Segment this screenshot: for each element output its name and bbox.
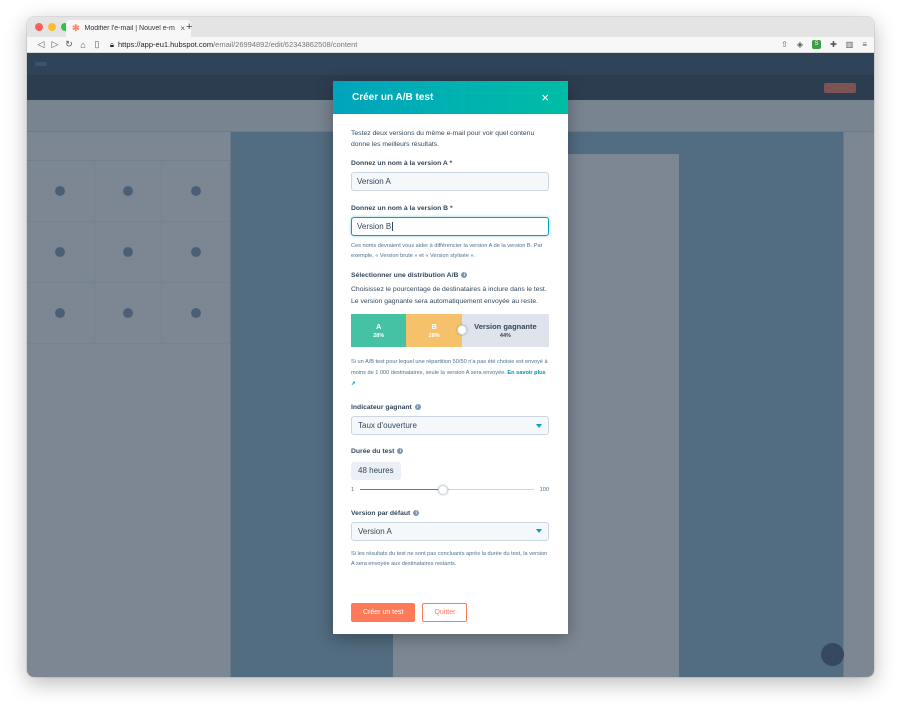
- close-icon[interactable]: ×: [541, 91, 549, 104]
- segment-a-percent: 28%: [373, 332, 385, 339]
- tab-title: Modifier l'e-mail | Nouvel e-ma...: [84, 25, 176, 32]
- distribution-handle[interactable]: [456, 324, 467, 335]
- modal-body: Testez deux versions du même e-mail pour…: [333, 114, 568, 569]
- info-icon[interactable]: i: [461, 271, 468, 278]
- distribution-bar[interactable]: A 28% B 28% Version gagnante 44%: [351, 313, 549, 347]
- home-icon[interactable]: ⌂: [76, 40, 90, 50]
- test-duration-label: Durée du test i: [351, 448, 549, 455]
- slider-max-label: 100: [539, 486, 549, 493]
- browser-toolbar: ◁ ▷ ↻ ⌂ ▯ 🔒︎ https://app-eu1.hubspot.com…: [27, 37, 874, 53]
- distribution-label: Sélectionner une distribution A/B i: [351, 271, 549, 279]
- close-tab-icon[interactable]: ×: [180, 24, 185, 33]
- winning-metric-value: Taux d'ouverture: [358, 421, 417, 431]
- distribution-segment-a: A 28%: [351, 313, 407, 347]
- new-tab-icon[interactable]: +: [186, 21, 192, 33]
- browser-tab-bar: ✻ Modifier l'e-mail | Nouvel e-ma... × +: [27, 17, 874, 37]
- slider-min-label: 1: [351, 486, 355, 493]
- lock-icon: 🔒︎: [110, 39, 114, 49]
- toolbar-actions: ⇧ ◈ S ✚ ▥ ≡: [781, 40, 867, 49]
- puzzle-icon[interactable]: ✚: [830, 40, 837, 49]
- url-host: https://app-eu1.hubspot.com: [118, 40, 214, 49]
- chevron-down-icon: [536, 423, 542, 428]
- hubspot-sprocket-icon: ✻: [72, 23, 80, 33]
- default-version-help: Si les résultats du test ne sont pas con…: [351, 550, 548, 567]
- version-a-input[interactable]: Version A: [351, 172, 549, 192]
- winning-metric-label-text: Indicateur gagnant: [351, 404, 412, 412]
- browser-tab[interactable]: ✻ Modifier l'e-mail | Nouvel e-ma... ×: [66, 20, 191, 37]
- test-duration-label-text: Durée du test: [351, 448, 395, 456]
- close-window-button[interactable]: [35, 23, 43, 31]
- version-b-value: Version B: [357, 222, 392, 232]
- reload-icon[interactable]: ↻: [62, 39, 76, 50]
- version-names-help: Ces noms devraient vous aider à différen…: [351, 243, 543, 260]
- modal-header: Créer un A/B test ×: [333, 81, 568, 114]
- distribution-description: Choisissez le pourcentage de destinatair…: [351, 285, 547, 305]
- winning-metric-select[interactable]: Taux d'ouverture: [351, 416, 549, 436]
- info-icon[interactable]: i: [414, 404, 421, 411]
- share-icon[interactable]: ⇧: [781, 40, 788, 49]
- segment-b-percent: 28%: [428, 332, 440, 339]
- distribution-label-text: Sélectionner une distribution A/B: [351, 271, 459, 279]
- version-b-label: Donnez un nom à la version B *: [351, 205, 453, 213]
- info-icon[interactable]: i: [413, 509, 420, 516]
- version-a-value: Version A: [357, 177, 391, 187]
- forward-icon[interactable]: ▷: [48, 39, 62, 50]
- default-version-label: Version par défaut i: [351, 509, 549, 517]
- default-version-label-text: Version par défaut: [351, 509, 411, 517]
- segment-winner-percent: 44%: [499, 332, 511, 339]
- test-duration-slider: 1 100: [351, 484, 549, 495]
- modal-intro: Testez deux versions du même e-mail pour…: [351, 130, 535, 149]
- external-link-icon: ↗: [351, 381, 356, 388]
- menu-icon[interactable]: ≡: [862, 40, 867, 49]
- create-test-button[interactable]: Créer un test: [351, 603, 416, 622]
- chevron-down-icon: [536, 529, 542, 534]
- segment-b-label: B: [431, 321, 437, 331]
- info-icon[interactable]: i: [397, 448, 404, 455]
- default-version-value: Version A: [358, 526, 392, 536]
- default-version-select[interactable]: Version A: [351, 521, 549, 541]
- extension-icon[interactable]: S: [812, 40, 822, 49]
- modal-title: Créer un A/B test: [352, 92, 434, 103]
- ab-test-modal: Créer un A/B test × Testez deux versions…: [333, 81, 568, 634]
- quit-button[interactable]: Quitter: [422, 603, 468, 622]
- test-duration-value: 48 heures: [351, 461, 401, 480]
- winning-metric-label: Indicateur gagnant i: [351, 404, 549, 411]
- url-path: /email/26994892/edit/62343862508/content: [213, 40, 358, 49]
- window-controls: [35, 23, 69, 31]
- segment-a-label: A: [376, 321, 382, 331]
- back-icon[interactable]: ◁: [34, 39, 48, 50]
- slider-track[interactable]: [360, 484, 534, 495]
- shield-icon[interactable]: ◈: [797, 40, 803, 49]
- minimize-window-button[interactable]: [48, 23, 56, 31]
- version-b-input[interactable]: Version B: [351, 217, 549, 237]
- address-bar[interactable]: 🔒︎ https://app-eu1.hubspot.com/email/269…: [110, 40, 781, 50]
- version-a-label: Donnez un nom à la version A *: [351, 160, 453, 168]
- distribution-segment-b: B 28%: [406, 313, 462, 347]
- distribution-segment-winner: Version gagnante 44%: [461, 313, 549, 347]
- sidebar-icon[interactable]: ▥: [846, 40, 854, 49]
- slider-knob[interactable]: [438, 484, 449, 495]
- bookmark-icon[interactable]: ▯: [90, 39, 104, 50]
- slider-fill: [360, 489, 444, 491]
- distribution-note: Si un A/B test pour lequel une répartiti…: [351, 357, 549, 391]
- text-cursor: [392, 222, 394, 232]
- segment-winner-label: Version gagnante: [474, 321, 537, 331]
- modal-footer: Créer un test Quitter: [351, 603, 468, 622]
